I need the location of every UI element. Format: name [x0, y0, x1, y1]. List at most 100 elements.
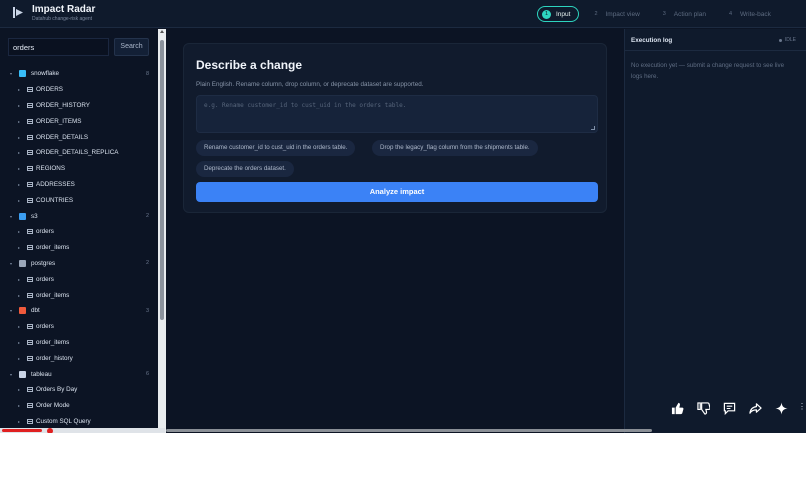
app-title: Impact Radar: [32, 4, 96, 15]
chevron-right-icon[interactable]: ▸: [18, 340, 20, 345]
tree-table-item[interactable]: ▸ Orders By Day: [0, 382, 158, 398]
step-number: 1: [542, 9, 551, 19]
dbt-icon: [19, 307, 26, 315]
s3-bucket-icon: [19, 212, 26, 220]
tree-item-label: postgres: [31, 259, 56, 267]
tree-item-label: REGIONS: [36, 165, 66, 173]
table-icon: [27, 87, 33, 93]
chevron-right-icon[interactable]: ▸: [18, 324, 20, 329]
step-action-plan[interactable]: 3 Action plan: [656, 6, 714, 22]
chevron-right-icon[interactable]: ▸: [18, 387, 20, 392]
main-horizontal-scroll-thumb[interactable]: [166, 429, 652, 432]
step-impact-view[interactable]: 2 Impact view: [587, 6, 647, 22]
table-icon: [27, 418, 33, 424]
tree-item-label: ORDER_DETAILS: [36, 133, 89, 141]
card-title: Describe a change: [196, 58, 303, 72]
chevron-right-icon[interactable]: ▸: [18, 356, 20, 361]
more-icon[interactable]: ⋮: [798, 402, 806, 411]
tree-table-item[interactable]: ▸ ORDER_HISTORY: [0, 98, 158, 114]
step-write-back[interactable]: 4 Write-back: [722, 6, 779, 22]
postgres-icon: [19, 259, 26, 267]
table-icon: [27, 292, 33, 298]
chevron-right-icon[interactable]: ▸: [18, 245, 20, 250]
tree-table-item[interactable]: ▸ order_items: [0, 287, 158, 303]
tree-table-item[interactable]: ▸ ORDER_ITEMS: [0, 113, 158, 129]
scroll-up-arrow-icon[interactable]: [160, 30, 164, 33]
chevron-right-icon[interactable]: ▸: [18, 119, 20, 124]
table-icon: [27, 324, 33, 330]
progress-bar-fill: [2, 429, 42, 432]
table-icon: [27, 181, 33, 187]
tree-source-dbt[interactable]: ▾ dbt 3: [0, 303, 158, 319]
tree-table-item[interactable]: ▸ ORDER_DETAILS_REPLICA: [0, 145, 158, 161]
tree-table-item[interactable]: ▸ order_history: [0, 350, 158, 366]
table-icon: [27, 229, 33, 235]
tree-source-snowflake[interactable]: ▾ snowflake 8: [0, 66, 158, 82]
chevron-right-icon[interactable]: ▸: [18, 198, 20, 203]
tree-table-item[interactable]: ▸ Custom SQL Query: [0, 414, 158, 430]
chevron-right-icon[interactable]: ▸: [18, 166, 20, 171]
chevron-right-icon[interactable]: ▸: [18, 293, 20, 298]
tree-source-tableau[interactable]: ▾ tableau 6: [0, 366, 158, 382]
tree-item-label: orders: [36, 275, 54, 283]
sidebar-scroll-thumb[interactable]: [160, 40, 164, 320]
change-description-textarea[interactable]: e.g. Rename customer_id to cust_uid in t…: [196, 95, 598, 133]
table-icon: [27, 403, 33, 409]
dataset-search-input[interactable]: [8, 38, 109, 56]
table-icon: [27, 355, 33, 361]
tree-item-label: Orders By Day: [36, 386, 78, 394]
chevron-right-icon[interactable]: ▸: [18, 135, 20, 140]
tree-table-item[interactable]: ▸ orders: [0, 271, 158, 287]
table-icon: [27, 387, 33, 393]
step-label: Action plan: [673, 10, 706, 18]
tree-item-label: s3: [31, 212, 38, 220]
tree-table-item[interactable]: ▸ orders: [0, 224, 158, 240]
tree-table-item[interactable]: ▸ orders: [0, 319, 158, 335]
tree-source-postgres[interactable]: ▾ postgres 2: [0, 256, 158, 272]
dataset-tree: ▾ snowflake 8 ▸ ORDERS ▸ ORDER_HISTORY ▸ ORDER_I…: [0, 66, 158, 429]
chevron-right-icon[interactable]: ▸: [18, 229, 20, 234]
tree-table-item[interactable]: ▸ ORDERS: [0, 82, 158, 98]
thumbs-up-icon[interactable]: [664, 395, 690, 421]
example-chip-deprecate[interactable]: Deprecate the orders dataset.: [196, 161, 294, 177]
chevron-right-icon[interactable]: ▸: [18, 277, 20, 282]
tree-table-item[interactable]: ▸ ORDER_DETAILS: [0, 129, 158, 145]
tree-item-label: dbt: [31, 307, 40, 315]
chevron-right-icon[interactable]: ▸: [18, 182, 20, 187]
chevron-down-icon[interactable]: ▾: [10, 308, 12, 313]
table-icon: [27, 150, 33, 156]
chevron-down-icon[interactable]: ▾: [10, 372, 12, 377]
chevron-right-icon[interactable]: ▸: [18, 403, 20, 408]
chevron-down-icon[interactable]: ▾: [10, 71, 12, 76]
tree-item-label: ADDRESSES: [36, 180, 75, 188]
resize-grip-icon[interactable]: [591, 126, 595, 130]
tree-table-item[interactable]: ▸ Order Mode: [0, 398, 158, 414]
analyze-impact-button[interactable]: Analyze impact: [196, 182, 598, 202]
step-label: Input: [556, 10, 571, 18]
tree-table-item[interactable]: ▸ ADDRESSES: [0, 177, 158, 193]
chevron-down-icon[interactable]: ▾: [10, 261, 12, 266]
example-chip-rename[interactable]: Rename customer_id to cust_uid in the or…: [196, 140, 356, 156]
thumbs-down-icon[interactable]: [690, 395, 716, 421]
radar-logo-icon: [12, 6, 25, 19]
tree-item-count: 2: [145, 260, 149, 267]
chevron-right-icon[interactable]: ▸: [18, 103, 20, 108]
sparkle-icon[interactable]: [768, 395, 794, 421]
tree-table-item[interactable]: ▸ order_items: [0, 335, 158, 351]
chevron-right-icon[interactable]: ▸: [18, 150, 20, 155]
chevron-right-icon[interactable]: ▸: [18, 419, 20, 424]
tree-table-item[interactable]: ▸ COUNTRIES: [0, 192, 158, 208]
floating-action-bar: ⋮: [664, 394, 806, 422]
step-input[interactable]: 1 Input: [537, 6, 580, 22]
tree-source-s3[interactable]: ▾ s3 2: [0, 208, 158, 224]
chevron-right-icon[interactable]: ▸: [18, 87, 20, 92]
progress-handle[interactable]: [47, 428, 53, 433]
tree-table-item[interactable]: ▸ REGIONS: [0, 161, 158, 177]
comment-icon[interactable]: [716, 395, 742, 421]
table-icon: [27, 166, 33, 172]
chevron-down-icon[interactable]: ▾: [10, 214, 12, 219]
search-button[interactable]: Search: [114, 38, 149, 56]
share-icon[interactable]: [742, 395, 768, 421]
tree-table-item[interactable]: ▸ order_items: [0, 240, 158, 256]
example-chip-drop[interactable]: Drop the legacy_flag column from the shi…: [372, 140, 538, 156]
